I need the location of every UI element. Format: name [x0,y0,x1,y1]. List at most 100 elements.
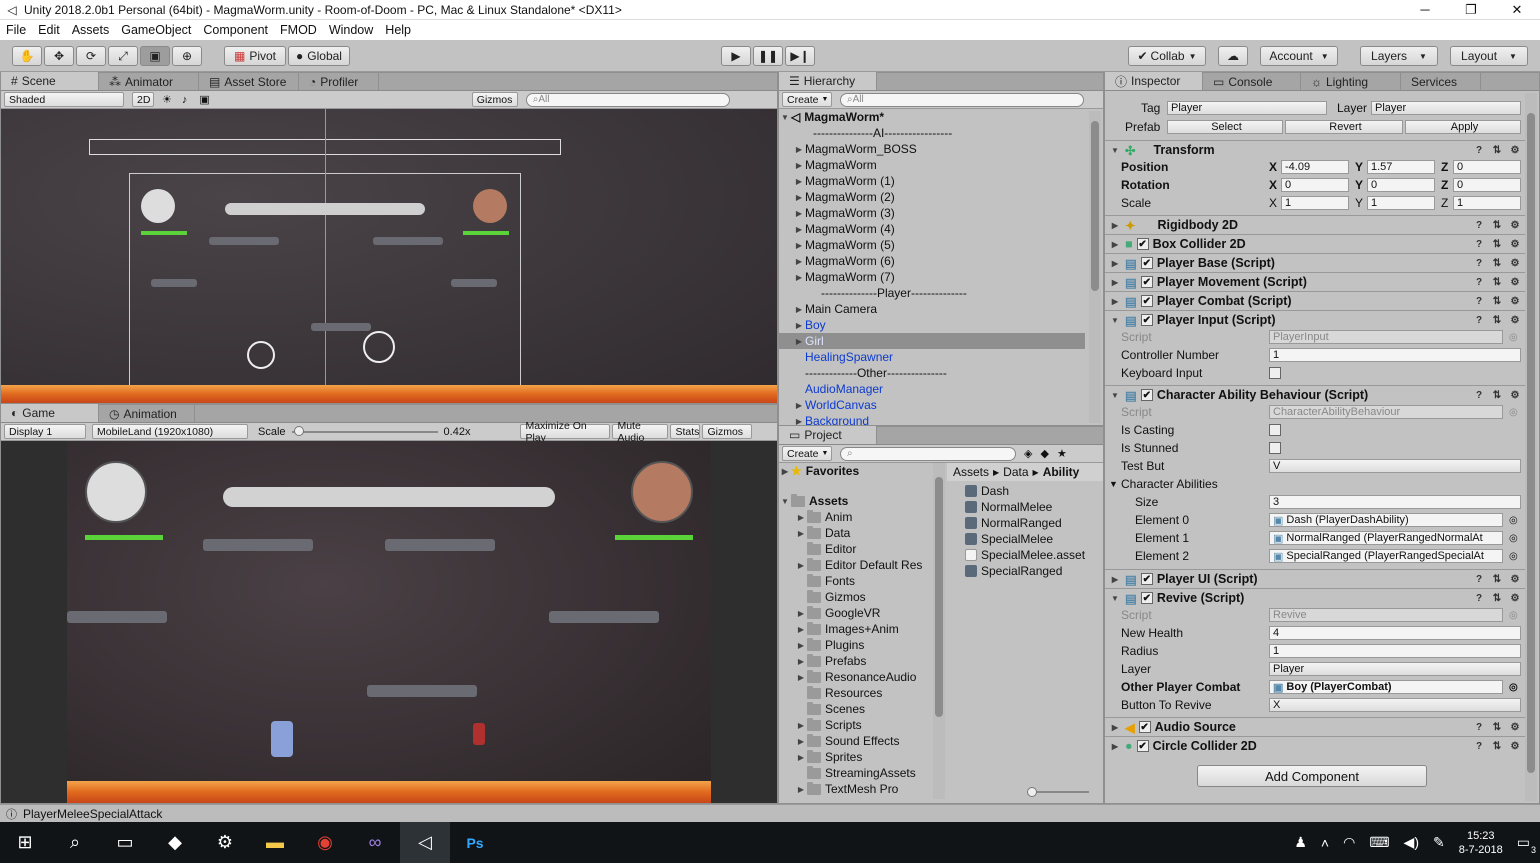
assets-root[interactable]: ▼ Assets [779,493,931,509]
folder-item[interactable]: StreamingAssets [779,765,931,781]
fold-icon[interactable]: ▶ [1109,575,1121,584]
audio-icon[interactable]: ♪ [182,94,188,106]
inspector-scrollbar[interactable] [1525,93,1537,801]
clock[interactable]: 15:23 8-7-2018 [1459,829,1503,857]
fold-icon[interactable]: ▶ [1109,723,1121,732]
expand-icon[interactable]: ▶ [795,529,807,538]
fold-icon[interactable]: ▼ [1109,594,1121,603]
tab-inspector[interactable]: ⓘ Inspector [1105,72,1203,90]
is-casting-checkbox[interactable] [1269,424,1281,436]
rotation-z-field[interactable]: 0 [1453,178,1521,192]
layers-dropdown[interactable]: Layers ▼ [1360,46,1438,66]
rigidbody-header[interactable]: ▶ ✦ Rigidbody 2D ? ⇅ ⚙ [1105,215,1525,234]
expand-icon[interactable]: ▶ [793,257,805,266]
box-collider-header[interactable]: ▶ ■ ✔ Box Collider 2D ? ⇅ ⚙ [1105,234,1525,253]
preset-icon[interactable]: ⇅ [1491,257,1503,269]
collab-dropdown[interactable]: ✔ Collab ▼ [1128,46,1206,66]
expand-icon[interactable]: ▶ [793,209,805,218]
hierarchy-scrollbar[interactable] [1089,111,1101,423]
enabled-checkbox[interactable]: ✔ [1140,573,1153,585]
icon-size-thumb[interactable] [1027,787,1037,797]
help-icon[interactable]: ? [1473,573,1485,585]
asset-file-item[interactable]: SpecialRanged [965,563,1103,579]
folder-item[interactable]: ▶ ResonanceAudio [779,669,931,685]
enabled-checkbox[interactable]: ✔ [1136,238,1149,250]
hierarchy-item[interactable]: HealingSpawner [779,349,1085,365]
hierarchy-item[interactable]: ▶ Main Camera [779,301,1085,317]
folder-item[interactable]: ▶ Anim [779,509,931,525]
hierarchy-item[interactable]: ▶ Boy [779,317,1085,333]
position-z-field[interactable]: 0 [1453,160,1521,174]
help-icon[interactable]: ? [1473,389,1485,401]
gear-icon[interactable]: ⚙ [1509,295,1521,307]
chevron-up-icon[interactable]: ˄ [1321,835,1329,851]
fold-icon[interactable]: ▶ [1109,742,1121,751]
preset-icon[interactable]: ⇅ [1491,389,1503,401]
menu-assets[interactable]: Assets [66,23,116,37]
fold-icon[interactable]: ▶ [1109,278,1121,287]
prefab-revert-button[interactable]: Revert [1285,120,1403,134]
object-picker-icon[interactable]: ◎ [1509,682,1518,693]
player-ui-header[interactable]: ▶ ▤ ✔ Player UI (Script) ? ⇅ ⚙ [1105,569,1525,588]
add-component-button[interactable]: Add Component [1197,765,1427,787]
expand-icon[interactable]: ▶ [795,737,807,746]
close-button[interactable]: ✕ [1494,2,1540,18]
expand-icon[interactable]: ▶ [793,177,805,186]
help-icon[interactable]: ? [1473,276,1485,288]
fold-icon[interactable]: ▼ [1109,316,1121,325]
folder-item[interactable]: Fonts [779,573,931,589]
icon-size-slider[interactable] [1027,787,1089,797]
expand-icon[interactable]: ▶ [795,785,807,794]
expand-icon[interactable]: ▶ [793,145,805,154]
object-picker-icon[interactable]: ◎ [1509,533,1518,544]
expand-icon[interactable]: ▶ [779,467,791,476]
project-create-dropdown[interactable]: Create ▼ [782,446,832,461]
help-icon[interactable]: ? [1473,295,1485,307]
position-x-field[interactable]: -4.09 [1281,160,1349,174]
folder-item[interactable]: ▶ Data [779,525,931,541]
tab-asset-store[interactable]: ▤ Asset Store [199,73,299,90]
fold-icon[interactable]: ▶ [1109,221,1121,230]
cloud-icon[interactable]: ☁ [1218,46,1248,66]
tag-dropdown[interactable]: Player [1167,101,1327,115]
position-y-field[interactable]: 1.57 [1367,160,1435,174]
button-to-revive-dropdown[interactable]: X [1269,698,1521,712]
hierarchy-item[interactable]: ▶ MagmaWorm (7) [779,269,1085,285]
expand-icon[interactable]: ▶ [795,513,807,522]
game-gizmos-dropdown[interactable]: Gizmos [702,424,753,439]
preset-icon[interactable]: ⇅ [1491,295,1503,307]
scale-slider[interactable] [291,425,438,436]
expand-icon[interactable]: ▶ [795,625,807,634]
menu-fmod[interactable]: FMOD [274,23,323,37]
preset-icon[interactable]: ⇅ [1491,314,1503,326]
status-message[interactable]: PlayerMeleeSpecialAttack [23,807,162,821]
gear-icon[interactable]: ⚙ [1509,721,1521,733]
breadcrumb-item[interactable]: Assets [953,465,989,479]
tab-animation[interactable]: ◷ Animation [99,405,195,422]
preset-icon[interactable]: ⇅ [1491,721,1503,733]
hierarchy-item[interactable]: ▶ MagmaWorm_BOSS [779,141,1085,157]
fold-icon[interactable]: ▼ [1109,146,1121,155]
revive-header[interactable]: ▼ ▤ ✔ Revive (Script) ? ⇅ ⚙ [1105,588,1525,607]
folder-item[interactable]: Scenes [779,701,931,717]
breadcrumb-item[interactable]: Ability [1043,465,1080,479]
expand-icon[interactable]: ▼ [779,497,791,506]
move-tool-icon[interactable]: ✥ [44,46,74,66]
object-picker-icon[interactable]: ◎ [1509,515,1518,526]
project-search-input[interactable]: ⌕ [840,446,1016,461]
player-input-header[interactable]: ▼ ▤ ✔ Player Input (Script) ? ⇅ ⚙ [1105,310,1525,329]
ability-behaviour-header[interactable]: ▼ ▤ ✔ Character Ability Behaviour (Scrip… [1105,385,1525,404]
element-object-field[interactable]: ▣ SpecialRanged (PlayerRangedSpecialAt [1269,549,1503,563]
enabled-checkbox[interactable]: ✔ [1140,295,1153,307]
hierarchy-item[interactable]: ▶ Girl [779,333,1085,349]
keyboard-icon[interactable]: ⌨ [1369,834,1389,851]
is-stunned-checkbox[interactable] [1269,442,1281,454]
stats-toggle[interactable]: Stats [670,424,701,439]
visual-studio-icon[interactable]: ∞ [350,822,400,863]
2d-toggle[interactable]: 2D [132,92,154,107]
folder-item[interactable]: ▶ GoogleVR [779,605,931,621]
menu-file[interactable]: File [0,23,32,37]
filter-label-icon[interactable]: ◆ [1040,447,1048,460]
player-base-header[interactable]: ▶ ▤ ✔ Player Base (Script) ? ⇅ ⚙ [1105,253,1525,272]
tab-lighting[interactable]: ☼ Lighting [1301,73,1401,90]
